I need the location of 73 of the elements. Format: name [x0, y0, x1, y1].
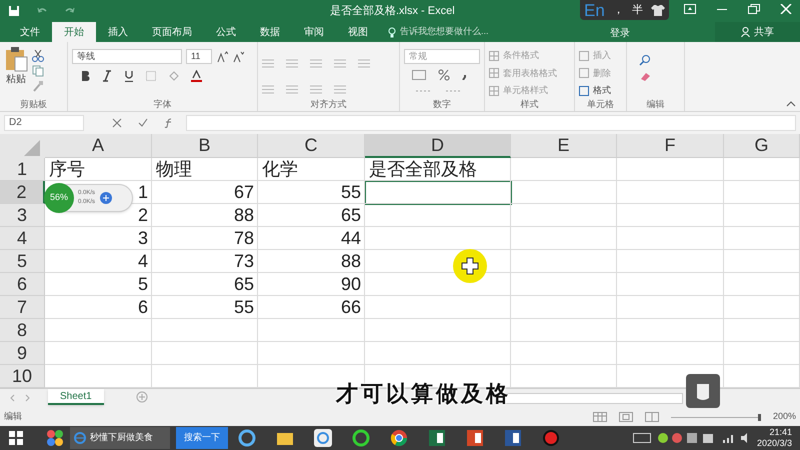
table-cell-text: 2 — [138, 204, 148, 227]
group-label: 单元格 — [586, 98, 615, 111]
table-cell-text: 4 — [138, 250, 148, 273]
subtitle-caption: 才可以算做及格 — [336, 380, 511, 408]
clock[interactable]: 21:41 2020/3/3 — [756, 427, 796, 449]
table-cell-text: 1 — [138, 181, 148, 204]
ribbon-tab[interactable]: 数据 — [248, 22, 292, 42]
column-header[interactable]: A — [45, 134, 152, 158]
column-header[interactable]: D — [365, 134, 511, 158]
table-cell-text: 90 — [340, 273, 361, 296]
zoom-level: 200% — [772, 410, 796, 424]
font-size-field[interactable]: 11 — [186, 49, 212, 64]
table-cell-text: 6 — [138, 296, 148, 319]
table-cell-text: 化学 — [262, 158, 298, 181]
row-header[interactable]: 2 — [0, 181, 45, 204]
column-header[interactable]: F — [617, 134, 724, 158]
group-label: 编辑 — [646, 98, 666, 111]
table-cell-text: 65 — [340, 204, 361, 227]
ribbon-tab[interactable]: 审阅 — [292, 22, 336, 42]
table-cell-text: 67 — [234, 181, 254, 204]
ime-width[interactable]: 半 — [632, 2, 643, 18]
row-header[interactable]: 6 — [0, 273, 45, 296]
status-mode: 编辑 — [4, 410, 23, 424]
group-label: 剪贴板 — [19, 98, 48, 111]
table-cell-text: 65 — [234, 273, 254, 296]
row-header[interactable]: 4 — [0, 227, 45, 250]
row-header[interactable]: 5 — [0, 250, 45, 273]
row-header[interactable]: 10 — [0, 365, 45, 388]
search-button[interactable]: 搜索一下 — [176, 427, 228, 449]
ribbon-tab[interactable]: 插入 — [96, 22, 140, 42]
ribbon-tab[interactable]: 公式 — [204, 22, 248, 42]
name-box[interactable]: D2 — [4, 115, 84, 131]
group-label: 对齐方式 — [310, 98, 348, 111]
row-header[interactable]: 9 — [0, 342, 45, 365]
table-cell-text: 66 — [340, 296, 361, 319]
ribbon-tab[interactable]: 文件 — [8, 22, 52, 42]
table-cell-text: 55 — [340, 181, 361, 204]
table-cell-text: 55 — [234, 296, 254, 319]
group-label: 字体 — [152, 98, 172, 111]
row-header[interactable]: 7 — [0, 296, 45, 319]
group-label: 样式 — [520, 98, 540, 111]
ribbon-tab[interactable]: 视图 — [336, 22, 380, 42]
table-cell-text: 是否全部及格 — [369, 158, 477, 181]
row-header[interactable]: 8 — [0, 319, 45, 342]
table-cell-text: 序号 — [49, 158, 85, 181]
cells-button[interactable]: 格式 — [579, 84, 611, 98]
table-cell-text: 73 — [234, 250, 254, 273]
column-header[interactable]: E — [511, 134, 617, 158]
taskbar-window[interactable]: 秒懂下厨做美食 — [70, 427, 170, 449]
table-cell-text: 44 — [340, 227, 361, 250]
row-header[interactable]: 1 — [0, 158, 45, 181]
table-cell-text: 88 — [340, 250, 361, 273]
table-cell-text: 78 — [234, 227, 254, 250]
row-header[interactable]: 3 — [0, 204, 45, 227]
ribbon-tab[interactable]: 页面布局 — [140, 22, 204, 42]
sheet-tab[interactable]: Sheet1 — [48, 389, 104, 405]
sign-in-link[interactable]: 登录 — [610, 26, 630, 41]
table-cell-text: 88 — [234, 204, 254, 227]
table-cell-text: 物理 — [156, 158, 192, 181]
ime-language[interactable]: En — [584, 2, 605, 18]
paste-button[interactable]: 粘贴 — [4, 46, 28, 98]
table-cell-text: 5 — [138, 273, 148, 296]
share-button[interactable]: 共享 — [715, 22, 800, 42]
usage-gauge: 56% — [44, 183, 74, 213]
table-cell-text: 3 — [138, 227, 148, 250]
font-name-field[interactable]: 等线 — [72, 49, 182, 64]
column-header[interactable]: B — [152, 134, 258, 158]
ime-punctuation[interactable]: ， — [612, 2, 624, 18]
window-title: 是否全部及格.xlsx - Excel — [330, 4, 455, 19]
tell-me-field[interactable]: 告诉我您想要做什么... — [388, 22, 489, 42]
group-label: 数字 — [432, 98, 452, 111]
column-header[interactable]: G — [724, 134, 800, 158]
ribbon-tab[interactable]: 开始 — [52, 22, 96, 42]
